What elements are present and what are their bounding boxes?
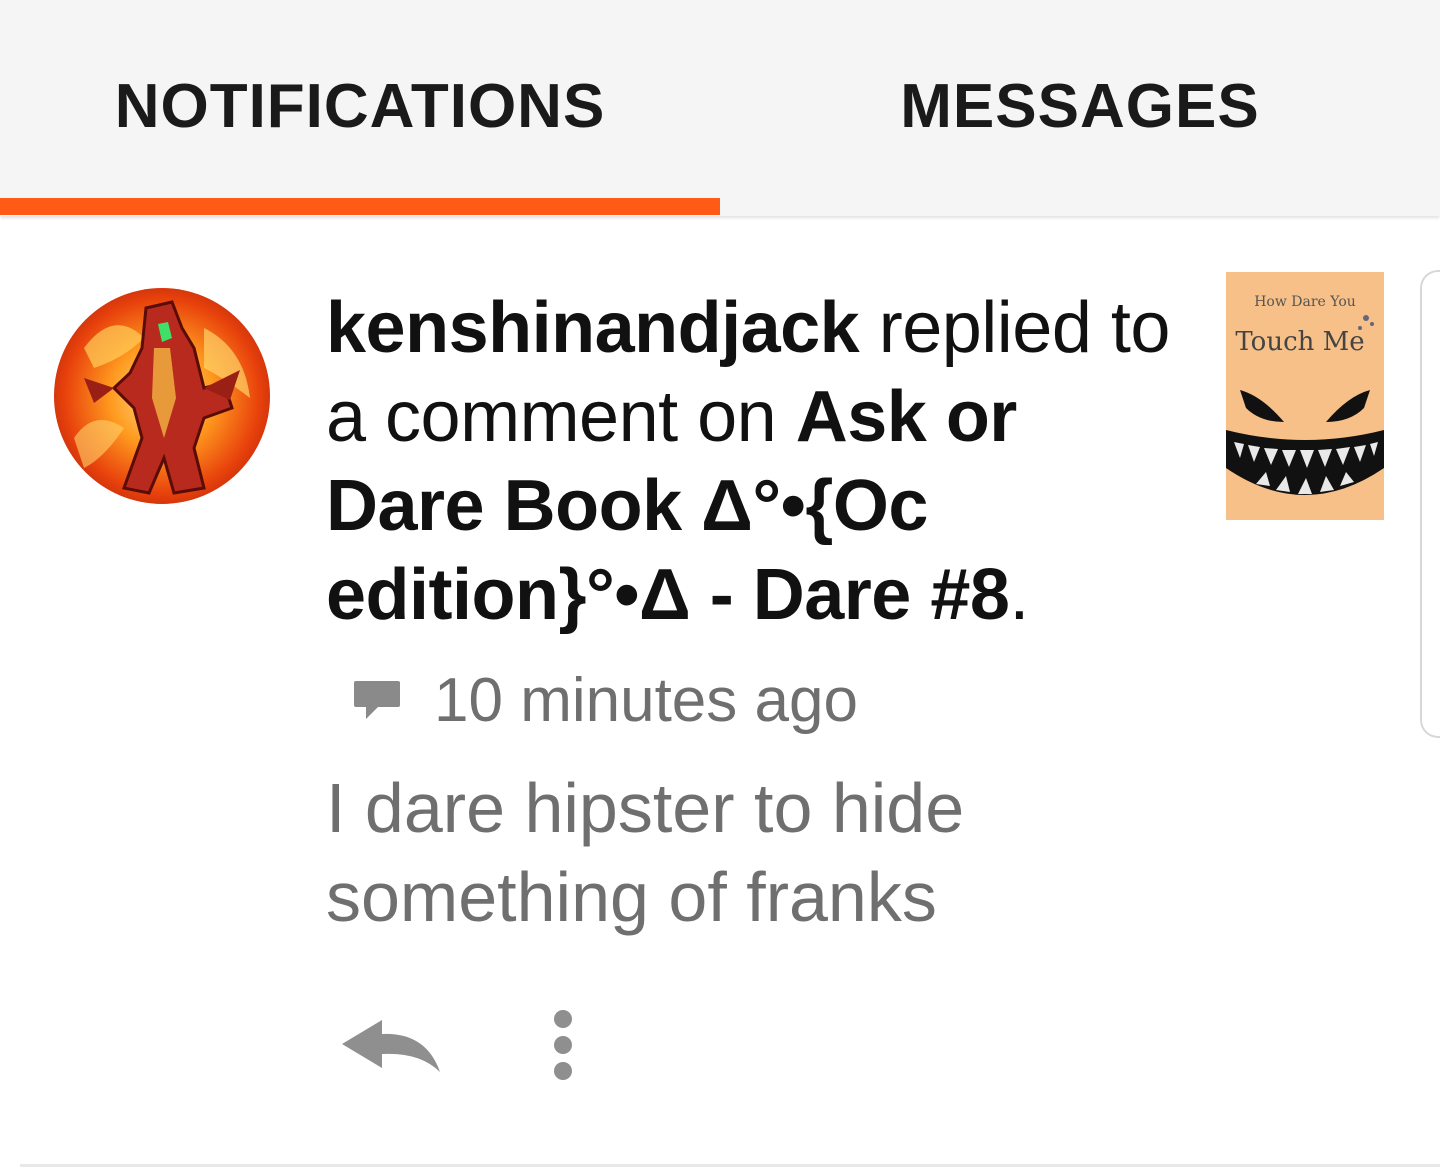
comment-bubble-icon <box>354 681 400 719</box>
end-punctuation: . <box>1009 555 1029 635</box>
tab-bar: NOTIFICATIONS MESSAGES <box>0 0 1440 216</box>
notification-headline[interactable]: kenshinandjack replied to a comment on A… <box>326 284 1186 640</box>
reply-arrow-icon <box>342 1020 440 1072</box>
tab-notifications-label: NOTIFICATIONS <box>114 71 606 141</box>
username-link[interactable]: kenshinandjack <box>326 288 860 368</box>
comment-text: I dare hipster to hide something of fran… <box>326 769 965 936</box>
user-avatar[interactable] <box>54 288 270 504</box>
more-options-button[interactable] <box>538 1005 588 1095</box>
list-divider <box>20 1164 1440 1167</box>
more-vertical-icon <box>554 1010 572 1080</box>
story-cover[interactable]: How Dare You Touch Me <box>1226 272 1384 520</box>
notification-meta: 10 minutes ago <box>352 666 858 735</box>
tab-messages[interactable]: MESSAGES <box>720 0 1440 216</box>
reply-button[interactable] <box>336 1010 446 1080</box>
side-panel-edge <box>1420 270 1440 738</box>
cover-title-line1: How Dare You <box>1254 294 1356 310</box>
tab-notifications[interactable]: NOTIFICATIONS <box>0 0 720 216</box>
tab-messages-label: MESSAGES <box>900 71 1260 141</box>
timestamp: 10 minutes ago <box>434 665 858 735</box>
cover-title-line2: Touch Me <box>1235 327 1364 357</box>
active-tab-indicator <box>0 198 720 215</box>
